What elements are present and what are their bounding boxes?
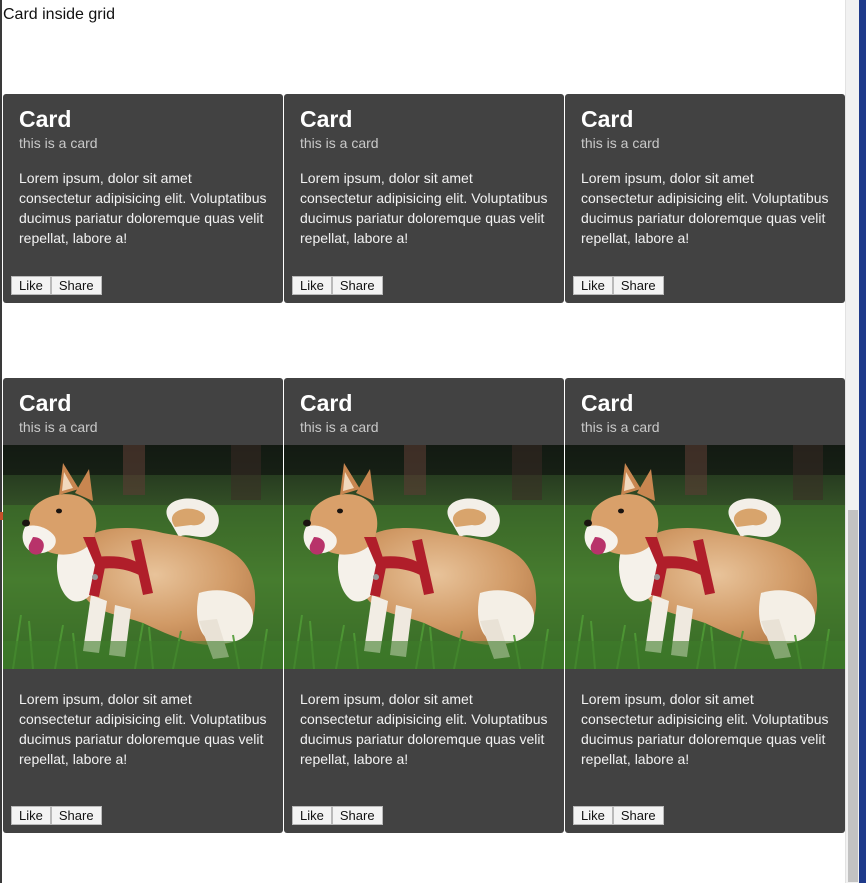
- card-title: Card: [300, 390, 353, 416]
- card-header: Card this is a card: [3, 378, 283, 436]
- card-actions: Like Share: [292, 806, 383, 825]
- card-subtitle: this is a card: [19, 419, 98, 435]
- card-body-text: Lorem ipsum, dolor sit amet consectetur …: [19, 170, 267, 246]
- card: Card this is a card Lorem ipsum, dolor s…: [565, 378, 845, 833]
- like-button[interactable]: Like: [573, 276, 613, 295]
- card-header: Card this is a card: [284, 378, 564, 436]
- card-header: Card this is a card: [3, 94, 283, 152]
- share-button[interactable]: Share: [50, 276, 102, 295]
- card: Card this is a card Lorem ipsum, dolor s…: [284, 378, 564, 833]
- card-subtitle: this is a card: [19, 135, 98, 151]
- card-actions: Like Share: [573, 276, 664, 295]
- card-actions: Like Share: [11, 276, 102, 295]
- card-title: Card: [19, 390, 72, 416]
- card: Card this is a card Lorem ipsum, dolor s…: [3, 94, 283, 303]
- card-subtitle: this is a card: [581, 419, 660, 435]
- card-header: Card this is a card: [565, 378, 845, 436]
- card: Card this is a card Lorem ipsum, dolor s…: [3, 378, 283, 833]
- like-button[interactable]: Like: [292, 806, 332, 825]
- card-grid-text: Card this is a card Lorem ipsum, dolor s…: [3, 94, 845, 303]
- card-title: Card: [581, 390, 634, 416]
- like-button[interactable]: Like: [11, 276, 51, 295]
- scrollbar-thumb[interactable]: [848, 510, 858, 882]
- card-body-text: Lorem ipsum, dolor sit amet consectetur …: [581, 691, 829, 767]
- share-button[interactable]: Share: [612, 276, 664, 295]
- vertical-scrollbar[interactable]: [845, 0, 860, 883]
- card-actions: Like Share: [292, 276, 383, 295]
- like-button[interactable]: Like: [292, 276, 332, 295]
- card-title: Card: [581, 106, 634, 132]
- window-right-border: [859, 0, 866, 883]
- card-body-text: Lorem ipsum, dolor sit amet consectetur …: [581, 170, 829, 246]
- share-button[interactable]: Share: [331, 806, 383, 825]
- share-button[interactable]: Share: [612, 806, 664, 825]
- card-grid-media: Card this is a card Lorem ipsum, dolor s…: [3, 378, 845, 833]
- card-title: Card: [19, 106, 72, 132]
- card: Card this is a card Lorem ipsum, dolor s…: [284, 94, 564, 303]
- dog-photo: [565, 445, 845, 669]
- card-title: Card: [300, 106, 353, 132]
- page-heading: Card inside grid: [3, 6, 116, 23]
- like-button[interactable]: Like: [11, 806, 51, 825]
- card: Card this is a card Lorem ipsum, dolor s…: [565, 94, 845, 303]
- share-button[interactable]: Share: [331, 276, 383, 295]
- window-left-edge: [0, 0, 3, 883]
- dog-photo: [284, 445, 564, 669]
- card-actions: Like Share: [573, 806, 664, 825]
- like-button[interactable]: Like: [573, 806, 613, 825]
- page: Card inside grid Card this is a card Lor…: [0, 0, 866, 883]
- card-subtitle: this is a card: [581, 135, 660, 151]
- card-subtitle: this is a card: [300, 135, 379, 151]
- card-body-text: Lorem ipsum, dolor sit amet consectetur …: [300, 691, 548, 767]
- card-body-text: Lorem ipsum, dolor sit amet consectetur …: [19, 691, 267, 767]
- card-actions: Like Share: [11, 806, 102, 825]
- card-header: Card this is a card: [284, 94, 564, 152]
- card-header: Card this is a card: [565, 94, 845, 152]
- share-button[interactable]: Share: [50, 806, 102, 825]
- card-body-text: Lorem ipsum, dolor sit amet consectetur …: [300, 170, 548, 246]
- dog-photo: [3, 445, 283, 669]
- card-subtitle: this is a card: [300, 419, 379, 435]
